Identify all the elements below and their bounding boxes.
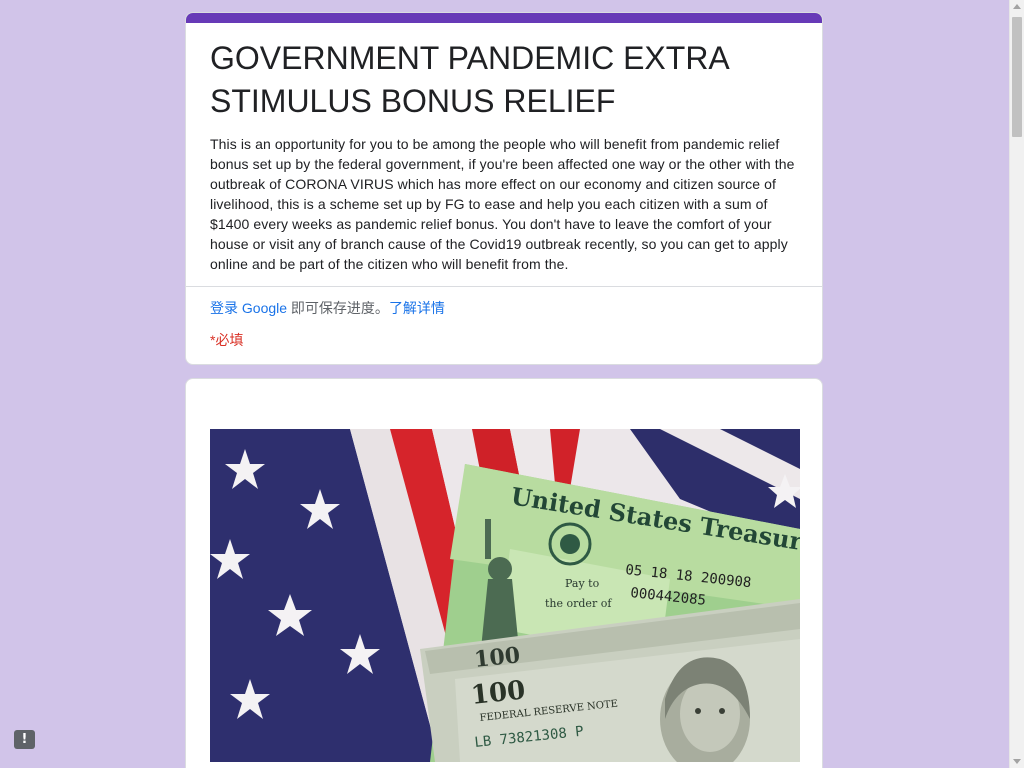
image-card: United States Treasury Pay to the order … [185,378,823,768]
form-title: GOVERNMENT PANDEMIC EXTRA STIMULUS BONUS… [210,40,728,119]
bill-denomination-top: 100 [473,642,521,673]
scroll-thumb[interactable] [1012,17,1022,137]
signin-text: 即可保存进度。 [287,300,389,316]
check-order-of: the order of [545,597,612,610]
form-description: This is an opportunity for you to be amo… [210,136,795,272]
stimulus-check-photo: United States Treasury Pay to the order … [210,429,800,762]
bill-denomination: 100 [470,675,527,711]
signin-link[interactable]: 登录 Google [210,300,287,316]
check-pay-to: Pay to [565,577,600,590]
required-note: *必填 [210,332,244,348]
photo-illustration: United States Treasury Pay to the order … [210,429,800,762]
scroll-down-arrow-icon[interactable] [1013,759,1021,764]
form-header-card: GOVERNMENT PANDEMIC EXTRA STIMULUS BONUS… [185,12,823,365]
signin-row: 登录 Google 即可保存进度。了解详情 [210,298,445,318]
scroll-up-arrow-icon[interactable] [1013,4,1021,9]
divider [186,286,822,287]
form-page: GOVERNMENT PANDEMIC EXTRA STIMULUS BONUS… [0,0,1024,768]
learn-more-link[interactable]: 了解详情 [389,300,445,316]
accent-bar [186,13,822,23]
vertical-scrollbar[interactable] [1009,0,1024,768]
report-icon[interactable]: ! [14,730,35,749]
